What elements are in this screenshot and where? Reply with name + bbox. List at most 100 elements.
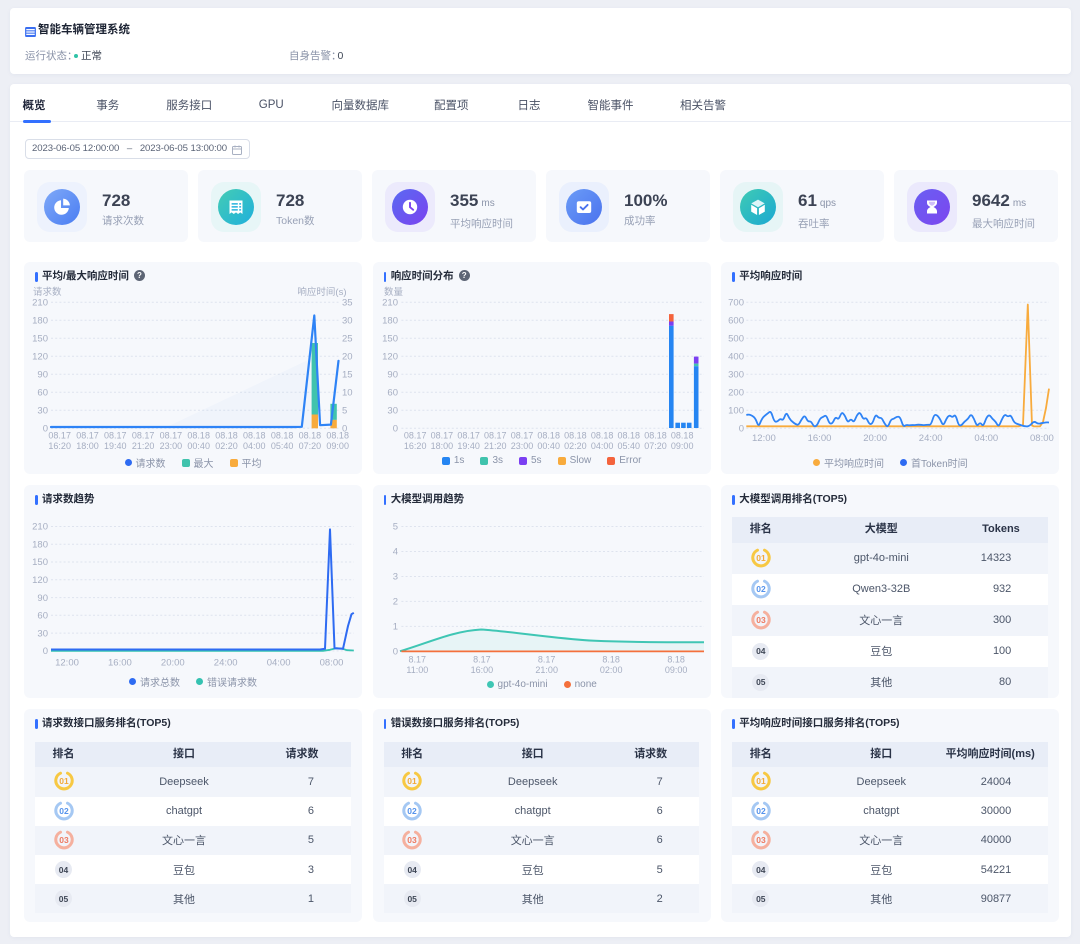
svg-text:0: 0 [392, 424, 397, 435]
svg-text:4: 4 [392, 547, 397, 558]
svg-text:16:20: 16:20 [404, 441, 427, 451]
svg-text:30: 30 [37, 628, 48, 639]
svg-text:30: 30 [342, 316, 353, 327]
svg-text:120: 120 [382, 352, 398, 363]
svg-text:120: 120 [32, 352, 48, 363]
svg-text:08.18: 08.18 [644, 431, 667, 441]
svg-text:19:40: 19:40 [104, 441, 127, 451]
svg-text:21:20: 21:20 [484, 441, 507, 451]
svg-text:02: 02 [59, 806, 69, 816]
svg-text:02:20: 02:20 [215, 441, 238, 451]
svg-text:23:00: 23:00 [510, 441, 533, 451]
svg-text:35: 35 [342, 298, 353, 309]
svg-text:16:00: 16:00 [470, 665, 493, 675]
svg-text:60: 60 [37, 388, 48, 399]
svg-text:210: 210 [32, 298, 48, 309]
svg-text:700: 700 [728, 298, 744, 309]
svg-text:08.17: 08.17 [484, 431, 507, 441]
svg-text:19:40: 19:40 [457, 441, 480, 451]
svg-text:24:00: 24:00 [214, 658, 238, 669]
svg-text:400: 400 [728, 352, 744, 363]
svg-text:200: 200 [728, 388, 744, 399]
svg-text:0: 0 [43, 424, 48, 435]
svg-text:08.17: 08.17 [160, 431, 183, 441]
svg-text:210: 210 [382, 298, 398, 309]
svg-text:90: 90 [37, 370, 48, 381]
svg-text:08.17: 08.17 [48, 431, 71, 441]
svg-text:5: 5 [342, 406, 347, 417]
svg-text:02: 02 [407, 806, 417, 816]
svg-text:02: 02 [756, 584, 766, 594]
svg-text:08:00: 08:00 [1030, 433, 1054, 444]
svg-text:08.18: 08.18 [271, 431, 294, 441]
svg-text:90: 90 [387, 370, 398, 381]
svg-text:09:00: 09:00 [326, 441, 349, 451]
svg-text:90: 90 [37, 593, 48, 604]
svg-text:15: 15 [342, 370, 353, 381]
svg-text:8.17: 8.17 [473, 655, 491, 665]
svg-text:00:40: 00:40 [187, 441, 210, 451]
svg-text:180: 180 [382, 316, 398, 327]
svg-text:300: 300 [728, 370, 744, 381]
svg-text:01: 01 [756, 777, 766, 787]
svg-text:03: 03 [756, 835, 766, 845]
svg-text:10: 10 [342, 388, 353, 399]
svg-text:16:00: 16:00 [108, 658, 132, 669]
svg-text:16:00: 16:00 [808, 433, 832, 444]
svg-text:120: 120 [32, 575, 48, 586]
svg-text:8.18: 8.18 [602, 655, 620, 665]
svg-text:数量: 数量 [384, 286, 404, 298]
svg-text:02: 02 [756, 806, 766, 816]
svg-text:02:20: 02:20 [564, 441, 587, 451]
svg-text:04:00: 04:00 [975, 433, 999, 444]
svg-text:100: 100 [728, 406, 744, 417]
svg-text:23:00: 23:00 [160, 441, 183, 451]
svg-text:08.18: 08.18 [243, 431, 266, 441]
svg-text:01: 01 [59, 777, 69, 787]
svg-text:08.18: 08.18 [617, 431, 640, 441]
svg-text:08.17: 08.17 [132, 431, 155, 441]
svg-text:08.17: 08.17 [104, 431, 127, 441]
svg-text:25: 25 [342, 334, 353, 345]
svg-text:0: 0 [739, 424, 744, 435]
svg-text:30: 30 [37, 406, 48, 417]
svg-text:60: 60 [387, 388, 398, 399]
svg-text:8.17: 8.17 [538, 655, 556, 665]
svg-text:180: 180 [32, 316, 48, 327]
svg-text:150: 150 [32, 557, 48, 568]
svg-text:16:20: 16:20 [48, 441, 71, 451]
svg-text:07:20: 07:20 [299, 441, 322, 451]
svg-text:2: 2 [392, 597, 397, 608]
svg-text:12:00: 12:00 [752, 433, 776, 444]
svg-text:07:20: 07:20 [644, 441, 667, 451]
svg-text:18:00: 18:00 [76, 441, 99, 451]
svg-text:600: 600 [728, 316, 744, 327]
svg-text:08.17: 08.17 [457, 431, 480, 441]
svg-text:08.18: 08.18 [326, 431, 349, 441]
svg-text:03: 03 [407, 835, 417, 845]
svg-text:20:00: 20:00 [161, 658, 185, 669]
svg-text:09:00: 09:00 [665, 665, 688, 675]
svg-text:08.18: 08.18 [187, 431, 210, 441]
svg-text:21:00: 21:00 [535, 665, 558, 675]
svg-text:150: 150 [382, 334, 398, 345]
svg-text:05:40: 05:40 [617, 441, 640, 451]
svg-text:18:00: 18:00 [430, 441, 453, 451]
svg-text:0: 0 [43, 646, 48, 657]
svg-text:04:00: 04:00 [243, 441, 266, 451]
svg-text:响应时间(s): 响应时间(s) [297, 286, 346, 298]
svg-text:08.18: 08.18 [215, 431, 238, 441]
svg-text:01: 01 [407, 777, 417, 787]
svg-text:09:00: 09:00 [671, 441, 694, 451]
svg-text:08.18: 08.18 [591, 431, 614, 441]
svg-text:08.18: 08.18 [564, 431, 587, 441]
svg-text:0: 0 [392, 647, 397, 658]
svg-text:30: 30 [387, 406, 398, 417]
svg-text:08.18: 08.18 [537, 431, 560, 441]
svg-text:180: 180 [32, 540, 48, 551]
svg-text:11:00: 11:00 [406, 665, 428, 675]
svg-text:04:00: 04:00 [267, 658, 291, 669]
svg-text:21:20: 21:20 [132, 441, 155, 451]
svg-text:5: 5 [392, 522, 397, 533]
svg-text:3: 3 [392, 572, 397, 583]
